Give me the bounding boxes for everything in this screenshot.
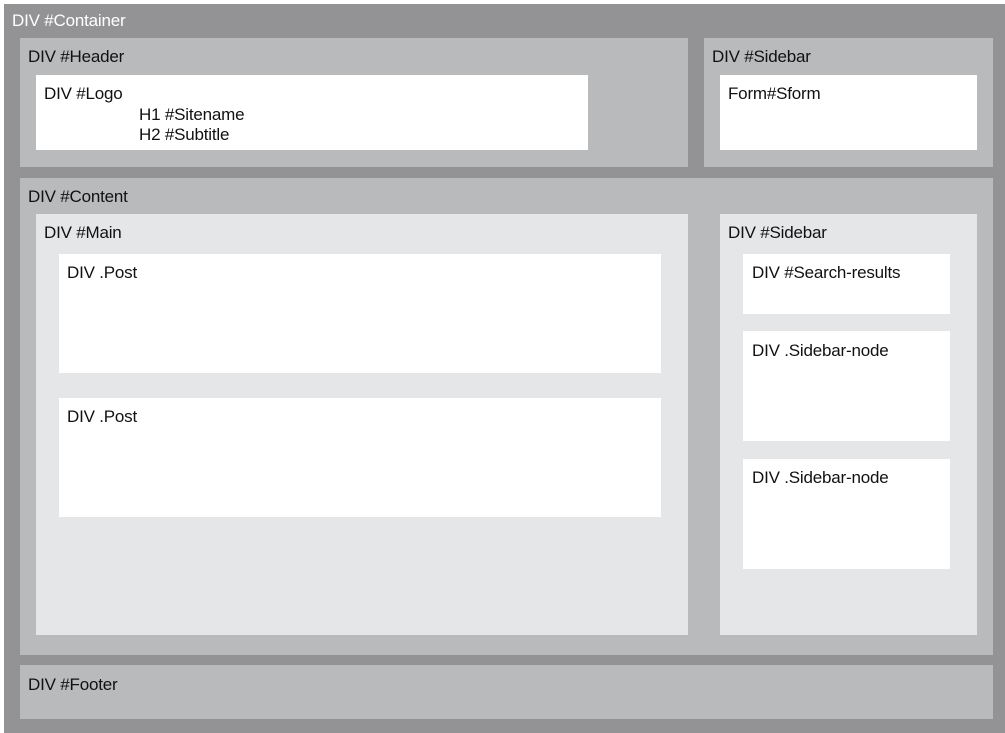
subtitle-label: H2 #Subtitle [139,125,230,144]
footer-label: DIV #Footer [28,675,118,694]
content-label: DIV #Content [28,187,128,206]
main-label: DIV #Main [44,223,122,242]
post-label: DIV .Post [67,407,138,426]
post-label: DIV .Post [67,263,138,282]
search-results-label: DIV #Search-results [752,263,901,282]
sitename-label: H1 #Sitename [139,105,245,124]
post-box [59,398,661,517]
top-sidebar-label: DIV #Sidebar [712,47,811,66]
footer-box [20,665,993,719]
content-sidebar-label: DIV #Sidebar [728,223,827,242]
post-box [59,254,661,373]
sidebar-node-label: DIV .Sidebar-node [752,468,889,487]
sform-label: Form#Sform [728,84,821,103]
sidebar-node-label: DIV .Sidebar-node [752,341,889,360]
logo-label: DIV #Logo [44,84,123,103]
header-label: DIV #Header [28,47,125,66]
container-label: DIV #Container [12,11,126,30]
